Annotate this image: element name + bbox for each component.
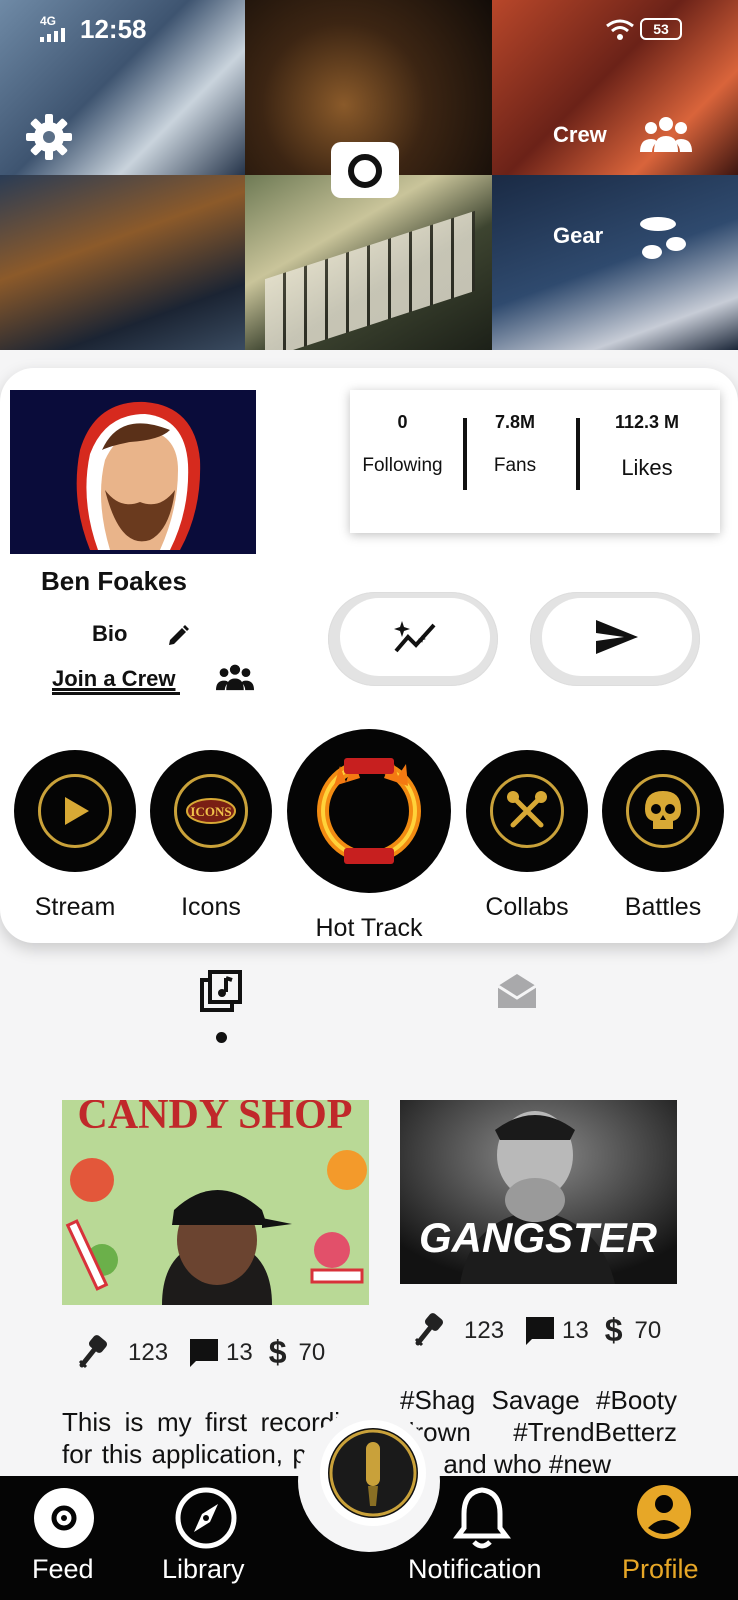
music-library-icon[interactable]: [200, 970, 242, 1012]
disc-icon: [34, 1488, 94, 1548]
stat-value: 0: [397, 412, 408, 432]
gear-link[interactable]: Gear: [553, 223, 603, 249]
mic-like-icon[interactable]: [76, 1334, 114, 1371]
nav-library-label[interactable]: Library: [162, 1554, 245, 1585]
stat-fans[interactable]: 7.8M Fans: [472, 412, 558, 477]
cover-photo-piano: [245, 175, 492, 350]
avatar[interactable]: [10, 390, 256, 554]
category-stream-button[interactable]: [14, 750, 136, 872]
cover-photo-guitar: [492, 175, 738, 350]
profile-stats: 0 Following 7.8M Fans 112.3 M Likes: [350, 390, 720, 533]
battery-icon: 53: [640, 18, 682, 40]
post-cover-title: CANDY SHOP: [78, 1100, 353, 1138]
category-battles-button[interactable]: [602, 750, 724, 872]
stat-value: 112.3 M: [614, 412, 680, 432]
bio-label[interactable]: Bio: [92, 621, 127, 647]
post-comments-count: 13: [562, 1316, 589, 1344]
stat-value: 7.8M: [494, 412, 536, 432]
join-crew-underline: [52, 692, 180, 695]
category-hot-track-button[interactable]: [287, 729, 451, 893]
inbox-icon[interactable]: [496, 970, 538, 1010]
post-metrics: 123 13 $ 70: [412, 1312, 661, 1349]
crew-group-icon[interactable]: [640, 114, 692, 154]
svg-text:ICONS: ICONS: [190, 804, 231, 819]
comment-icon[interactable]: [188, 1337, 220, 1369]
settings-gear-icon[interactable]: [24, 112, 74, 162]
category-icons-button[interactable]: ICONS: [150, 750, 272, 872]
status-time: 12:58: [80, 14, 147, 44]
insights-button[interactable]: [328, 592, 498, 686]
nav-profile-label[interactable]: Profile: [622, 1554, 699, 1585]
post-likes-count: 123: [464, 1316, 505, 1344]
microphone-icon: [329, 1429, 417, 1517]
stat-label: Fans: [493, 455, 537, 476]
category-label: Collabs: [485, 893, 569, 921]
nav-feed[interactable]: [32, 1486, 96, 1555]
category-collabs-button[interactable]: [466, 750, 588, 872]
play-icon: [65, 797, 89, 825]
dollar-icon[interactable]: $: [605, 1312, 623, 1349]
category-label: Battles: [624, 893, 702, 921]
battery-level: 53: [653, 21, 669, 37]
post-description: #Shag Savage #Booty drown #TrendBetterz …: [400, 1385, 677, 1478]
profile-icon: [637, 1485, 691, 1539]
comment-icon[interactable]: [524, 1315, 556, 1347]
trending-sparkle-icon: [394, 621, 436, 653]
post-metrics: 123 13 $ 70: [76, 1334, 325, 1371]
post-comments-count: 13: [226, 1338, 253, 1366]
nav-notification[interactable]: [452, 1484, 512, 1555]
network-label: 4G: [40, 14, 57, 28]
post-cover-image[interactable]: GANGSTER: [400, 1100, 677, 1284]
nav-profile[interactable]: [636, 1484, 692, 1545]
send-icon: [596, 620, 638, 654]
hot-track-fire-ring-icon: [317, 758, 421, 864]
change-cover-button[interactable]: [331, 142, 399, 198]
stat-label: Following: [362, 455, 443, 476]
bell-icon: [453, 1487, 511, 1549]
nav-notification-label[interactable]: Notification: [408, 1554, 542, 1585]
stat-following[interactable]: 0 Following: [350, 412, 455, 477]
skull-icon: [645, 791, 681, 829]
nav-feed-label[interactable]: Feed: [32, 1554, 94, 1585]
active-tab-indicator: [216, 1032, 227, 1043]
send-message-button[interactable]: [530, 592, 700, 686]
post-likes-count: 123: [128, 1338, 169, 1366]
post-price: 70: [634, 1316, 662, 1344]
stat-label: Likes: [621, 455, 673, 480]
cover-photo-turntable: [0, 175, 245, 350]
record-button[interactable]: [320, 1420, 426, 1526]
nav-library[interactable]: [174, 1486, 238, 1555]
icons-badge-icon: ICONS: [186, 798, 236, 824]
join-crew-link[interactable]: Join a Crew: [52, 666, 175, 692]
stat-divider: [463, 418, 467, 490]
category-label: Icons: [181, 893, 241, 921]
footprints-icon[interactable]: [636, 216, 688, 262]
category-label: Hot Track: [315, 914, 423, 942]
compass-icon: [175, 1487, 237, 1549]
crew-link[interactable]: Crew: [553, 122, 607, 148]
post-cover-image[interactable]: CANDY SHOP: [62, 1100, 369, 1305]
crossed-mics-icon: [507, 791, 547, 828]
edit-pencil-icon[interactable]: [166, 624, 190, 648]
stat-divider: [576, 418, 580, 490]
dollar-icon[interactable]: $: [269, 1334, 287, 1371]
mic-like-icon[interactable]: [412, 1312, 450, 1349]
category-label: Stream: [34, 893, 116, 921]
profile-name: Ben Foakes: [41, 566, 187, 596]
post-cover-title: GANGSTER: [419, 1214, 658, 1261]
stat-likes[interactable]: 112.3 M Likes: [582, 412, 712, 481]
signal-icon: [40, 28, 65, 42]
camera-icon: [348, 154, 382, 188]
wifi-icon: [606, 19, 634, 40]
crew-group-icon[interactable]: [216, 662, 254, 692]
post-price: 70: [298, 1338, 326, 1366]
